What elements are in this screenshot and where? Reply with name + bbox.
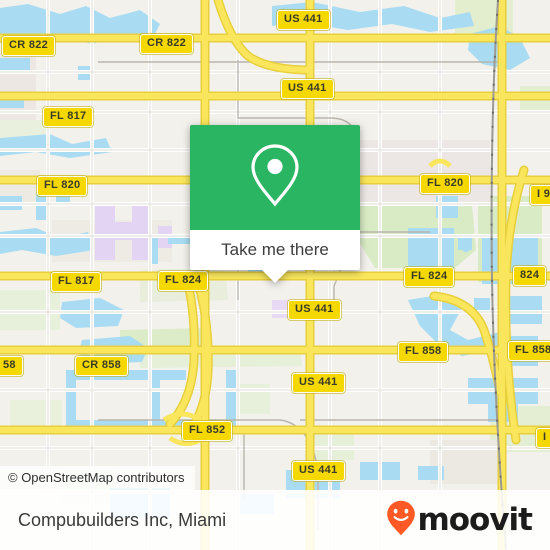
- popup-header: [190, 125, 360, 230]
- road-shield: CR 822: [2, 36, 56, 56]
- road-shield: US 441: [277, 10, 330, 30]
- location-popup[interactable]: Take me there: [190, 125, 360, 283]
- road-shield: FL 852: [182, 421, 233, 441]
- take-me-there-button[interactable]: Take me there: [221, 240, 329, 260]
- map-screen: CR 822 CR 822 US 441 US 441 FL 817 FL 82…: [0, 0, 550, 550]
- road-shield: FL 817: [43, 107, 94, 127]
- page-title: Compubuilders Inc, Miami: [18, 509, 227, 530]
- road-shield: FL 858: [508, 341, 550, 361]
- map-pin-icon: [247, 142, 303, 213]
- road-shield: FL 824: [404, 267, 455, 287]
- road-shield: 824: [513, 266, 547, 286]
- road-shield: US 441: [281, 79, 334, 99]
- road-shield: CR 858: [75, 356, 129, 376]
- popup-tail-pointer: [261, 269, 289, 283]
- map-attribution[interactable]: © OpenStreetMap contributors: [0, 466, 195, 490]
- road-shield: FL 820: [37, 176, 88, 196]
- road-shield: US 441: [292, 461, 345, 481]
- moovit-pin-smiley-icon: [386, 500, 416, 541]
- road-shield: US 441: [288, 300, 341, 320]
- popup-action-bar[interactable]: Take me there: [190, 230, 360, 283]
- moovit-wordmark: moovit: [417, 501, 533, 538]
- moovit-logo[interactable]: moovit: [386, 500, 533, 541]
- road-shield: US 441: [292, 373, 345, 393]
- road-shield: FL 824: [158, 271, 209, 291]
- road-shield: I 95: [530, 185, 550, 205]
- road-shield: I 9: [536, 428, 550, 448]
- road-shield: FL 820: [420, 174, 471, 194]
- footer-bar: Compubuilders Inc, Miami moovit: [0, 490, 550, 550]
- road-shield: FL 858: [398, 342, 449, 362]
- road-shield: CR 822: [140, 34, 194, 54]
- road-shield: FL 817: [51, 272, 102, 292]
- road-shield: 58: [0, 356, 23, 376]
